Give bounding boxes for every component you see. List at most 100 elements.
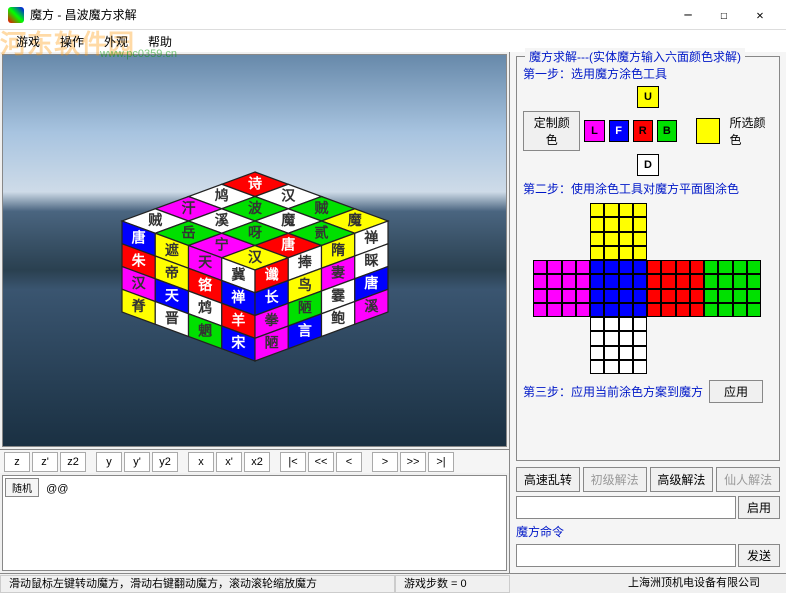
net-cell[interactable] [690, 260, 704, 274]
net-cell[interactable] [633, 260, 647, 274]
net-cell[interactable] [718, 274, 732, 288]
net-cell[interactable] [590, 246, 604, 260]
net-cell[interactable] [733, 303, 747, 317]
net-cell[interactable] [633, 203, 647, 217]
net-cell[interactable] [590, 346, 604, 360]
close-button[interactable]: ✕ [742, 1, 778, 29]
master-solve-button[interactable]: 仙人解法 [716, 467, 780, 492]
net-cell[interactable] [661, 274, 675, 288]
net-cell[interactable] [676, 260, 690, 274]
net-cell[interactable] [590, 303, 604, 317]
net-cell[interactable] [590, 203, 604, 217]
net-cell[interactable] [590, 217, 604, 231]
net-cell[interactable] [619, 289, 633, 303]
net-cell[interactable] [633, 317, 647, 331]
net-cell[interactable] [619, 346, 633, 360]
net-cell[interactable] [647, 303, 661, 317]
net-cell[interactable] [604, 360, 618, 374]
minimize-button[interactable]: ─ [670, 1, 706, 29]
net-cell[interactable] [619, 317, 633, 331]
net-cell[interactable] [576, 260, 590, 274]
net-cell[interactable] [590, 289, 604, 303]
net-cell[interactable] [676, 303, 690, 317]
net-cell[interactable] [562, 289, 576, 303]
net-cell[interactable] [590, 317, 604, 331]
net-cell[interactable] [718, 260, 732, 274]
net-cell[interactable] [576, 274, 590, 288]
nav-next[interactable]: > [372, 452, 398, 472]
net-cell[interactable] [661, 289, 675, 303]
net-cell[interactable] [676, 289, 690, 303]
ctrl-z2[interactable]: z2 [60, 452, 86, 472]
nav-first[interactable]: |< [280, 452, 306, 472]
net-cell[interactable] [590, 232, 604, 246]
net-cell[interactable] [690, 274, 704, 288]
net-cell[interactable] [604, 274, 618, 288]
net-cell[interactable] [604, 246, 618, 260]
net-cell[interactable] [590, 331, 604, 345]
net-cell[interactable] [547, 274, 561, 288]
face-d[interactable]: D [637, 154, 659, 176]
net-cell[interactable] [604, 303, 618, 317]
face-b[interactable]: B [657, 120, 677, 142]
net-cell[interactable] [604, 260, 618, 274]
net-cell[interactable] [633, 274, 647, 288]
scramble-button[interactable]: 高速乱转 [516, 467, 580, 492]
face-u[interactable]: U [637, 86, 659, 108]
net-cell[interactable] [562, 303, 576, 317]
net-cell[interactable] [690, 303, 704, 317]
net-cell[interactable] [676, 274, 690, 288]
net-cell[interactable] [704, 289, 718, 303]
net-cell[interactable] [590, 274, 604, 288]
face-l[interactable]: L [584, 120, 604, 142]
net-cell[interactable] [633, 331, 647, 345]
face-r[interactable]: R [633, 120, 653, 142]
net-cell[interactable] [633, 360, 647, 374]
net-cell[interactable] [633, 246, 647, 260]
ctrl-y[interactable]: y [96, 452, 122, 472]
net-cell[interactable] [533, 260, 547, 274]
net-cell[interactable] [604, 331, 618, 345]
net-cell[interactable] [576, 289, 590, 303]
net-cell[interactable] [533, 289, 547, 303]
net-cell[interactable] [604, 346, 618, 360]
net-cell[interactable] [604, 217, 618, 231]
net-cell[interactable] [633, 232, 647, 246]
cube-viewport[interactable]: 诗汉贼魔鸠波魔贰汗溪呀唐贼岳宁汉唐遮天冀朱帝铬禅汉天鸩羊脊晋魍宋谶捧隋禅长鸟妻睬… [2, 54, 507, 447]
net-face-l[interactable] [533, 260, 590, 317]
net-cell[interactable] [619, 203, 633, 217]
net-cell[interactable] [619, 360, 633, 374]
net-cell[interactable] [733, 274, 747, 288]
net-cell[interactable] [704, 260, 718, 274]
net-cell[interactable] [619, 274, 633, 288]
ctrl-y2[interactable]: y2 [152, 452, 178, 472]
menu-help[interactable]: 帮助 [138, 33, 182, 50]
net-cell[interactable] [647, 260, 661, 274]
menu-operate[interactable]: 操作 [50, 33, 94, 50]
net-cell[interactable] [733, 260, 747, 274]
net-cell[interactable] [547, 303, 561, 317]
net-face-d[interactable] [590, 317, 647, 374]
net-cell[interactable] [718, 303, 732, 317]
command-input[interactable] [516, 544, 736, 567]
custom-color-button[interactable]: 定制颜色 [523, 111, 580, 151]
solution-input[interactable] [516, 496, 736, 519]
ctrl-z[interactable]: z [4, 452, 30, 472]
net-cell[interactable] [547, 289, 561, 303]
nav-rew[interactable]: << [308, 452, 334, 472]
menu-game[interactable]: 游戏 [6, 33, 50, 50]
net-cell[interactable] [619, 331, 633, 345]
net-cell[interactable] [633, 289, 647, 303]
cube-3d[interactable]: 诗汉贼魔鸠波魔贰汗溪呀唐贼岳宁汉唐遮天冀朱帝铬禅汉天鸩羊脊晋魍宋谶捧隋禅长鸟妻睬… [90, 97, 420, 377]
enable-button[interactable]: 启用 [738, 496, 780, 519]
advanced-solve-button[interactable]: 高级解法 [650, 467, 714, 492]
log-tab[interactable]: 随机 [5, 478, 39, 497]
net-cell[interactable] [661, 303, 675, 317]
net-cell[interactable] [718, 289, 732, 303]
net-face-u[interactable] [590, 203, 647, 260]
net-cell[interactable] [619, 246, 633, 260]
nav-last[interactable]: >| [428, 452, 454, 472]
net-face-f[interactable] [590, 260, 647, 317]
net-cell[interactable] [733, 289, 747, 303]
net-cell[interactable] [619, 303, 633, 317]
